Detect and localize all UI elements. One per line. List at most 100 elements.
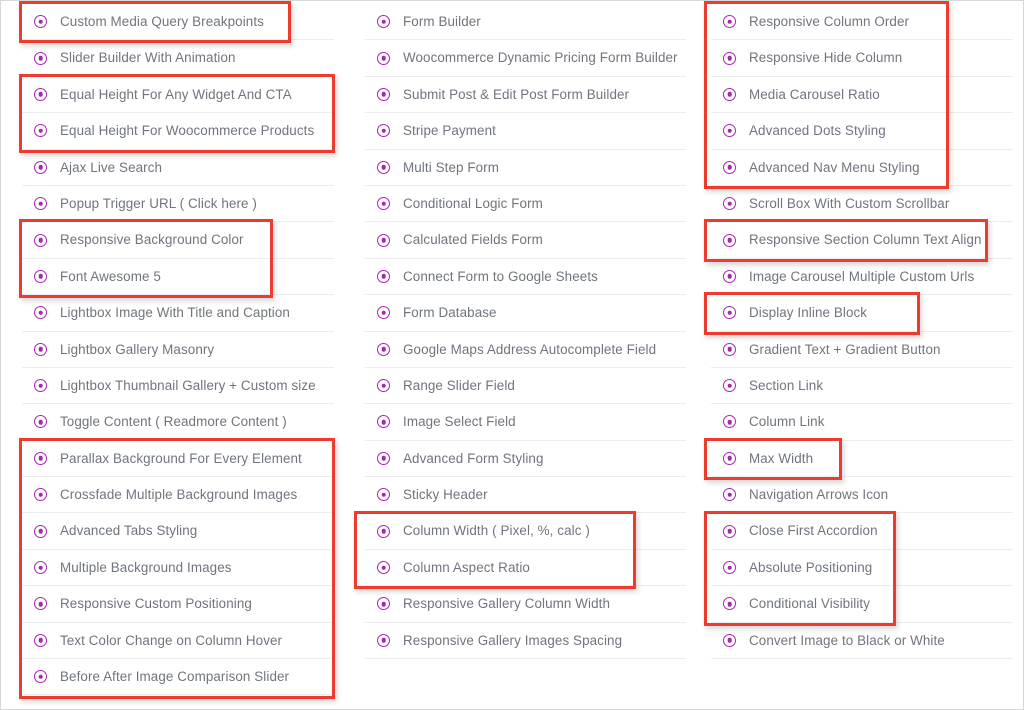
feature-item[interactable]: Conditional Logic Form — [365, 186, 686, 223]
circled-dot-icon — [377, 197, 390, 211]
feature-item[interactable]: Form Database — [365, 295, 686, 332]
circled-dot-icon — [34, 233, 47, 247]
feature-item-label: Convert Image to Black or White — [749, 632, 945, 648]
circled-dot-icon — [377, 451, 390, 465]
feature-item[interactable]: Convert Image to Black or White — [711, 623, 1013, 660]
feature-item[interactable]: Conditional Visibility — [711, 586, 1013, 623]
circled-dot-icon — [34, 51, 47, 65]
feature-item[interactable]: Equal Height For Woocommerce Products — [22, 113, 334, 150]
feature-item[interactable]: Advanced Dots Styling — [711, 113, 1013, 150]
feature-item-label: Ajax Live Search — [60, 159, 163, 175]
feature-item-label: Image Select Field — [403, 414, 516, 430]
feature-item-label: Advanced Form Styling — [403, 450, 544, 466]
feature-item[interactable]: Responsive Gallery Column Width — [365, 586, 686, 623]
feature-item[interactable]: Popup Trigger URL ( Click here ) — [22, 186, 334, 223]
feature-item[interactable]: Image Select Field — [365, 404, 686, 441]
feature-item[interactable]: Absolute Positioning — [711, 550, 1013, 587]
feature-item[interactable]: Advanced Nav Menu Styling — [711, 150, 1013, 186]
feature-item[interactable]: Responsive Custom Positioning — [22, 586, 334, 623]
feature-item[interactable]: Crossfade Multiple Background Images — [22, 477, 334, 514]
feature-item[interactable]: Close First Accordion — [711, 513, 1013, 550]
circled-dot-icon — [34, 670, 47, 684]
feature-item[interactable]: Media Carousel Ratio — [711, 77, 1013, 114]
feature-item[interactable]: Responsive Hide Column — [711, 40, 1013, 77]
feature-item[interactable]: Multiple Background Images — [22, 550, 334, 587]
feature-item-label: Crossfade Multiple Background Images — [60, 487, 298, 503]
feature-item-label: Display Inline Block — [749, 305, 868, 321]
feature-item-label: Submit Post & Edit Post Form Builder — [403, 86, 630, 102]
feature-item-label: Calculated Fields Form — [403, 232, 543, 248]
feature-item[interactable]: Responsive Gallery Images Spacing — [365, 623, 686, 660]
feature-item-label: Responsive Background Color — [60, 232, 244, 248]
feature-item[interactable]: Lightbox Gallery Masonry — [22, 332, 334, 368]
feature-item[interactable]: Scroll Box With Custom Scrollbar — [711, 186, 1013, 223]
feature-item-label: Form Builder — [403, 13, 481, 29]
feature-item-label: Scroll Box With Custom Scrollbar — [749, 195, 950, 211]
feature-item[interactable]: Connect Form to Google Sheets — [365, 259, 686, 296]
circled-dot-icon — [723, 488, 736, 502]
feature-item[interactable]: Sticky Header — [365, 477, 686, 514]
feature-item[interactable]: Parallax Background For Every Element — [22, 441, 334, 478]
circled-dot-icon — [723, 597, 736, 611]
feature-item[interactable]: Column Link — [711, 404, 1013, 441]
circled-dot-icon — [723, 87, 736, 101]
column-right-list: Responsive Column Order Responsive Hide C… — [711, 4, 1013, 660]
feature-item-label: Column Aspect Ratio — [403, 559, 530, 575]
feature-item[interactable]: Max Width — [711, 441, 1013, 478]
circled-dot-icon — [377, 306, 390, 320]
circled-dot-icon — [34, 524, 47, 538]
feature-item[interactable]: Google Maps Address Autocomplete Field — [365, 332, 686, 368]
feature-item[interactable]: Multi Step Form — [365, 150, 686, 186]
circled-dot-icon — [377, 233, 390, 247]
feature-item[interactable]: Submit Post & Edit Post Form Builder — [365, 77, 686, 114]
feature-item-label: Conditional Logic Form — [403, 195, 543, 211]
feature-item[interactable]: Advanced Tabs Styling — [22, 513, 334, 550]
feature-item-label: Advanced Dots Styling — [749, 123, 886, 139]
feature-item-label: Gradient Text + Gradient Button — [749, 341, 941, 357]
feature-item[interactable]: Advanced Form Styling — [365, 441, 686, 478]
circled-dot-icon — [34, 269, 47, 283]
circled-dot-icon — [34, 415, 47, 429]
feature-item-label: Advanced Nav Menu Styling — [749, 159, 920, 175]
feature-item-label: Responsive Column Order — [749, 13, 910, 29]
circled-dot-icon — [723, 451, 736, 465]
feature-item-label: Responsive Gallery Images Spacing — [403, 632, 623, 648]
feature-item[interactable]: Form Builder — [365, 4, 686, 41]
circled-dot-icon — [34, 561, 47, 575]
feature-item[interactable]: Column Aspect Ratio — [365, 550, 686, 587]
feature-item[interactable]: Ajax Live Search — [22, 150, 334, 186]
feature-item[interactable]: Woocommerce Dynamic Pricing Form Builder — [365, 40, 686, 77]
circled-dot-icon — [34, 633, 47, 647]
circled-dot-icon — [34, 306, 47, 320]
feature-item[interactable]: Gradient Text + Gradient Button — [711, 332, 1013, 368]
feature-item[interactable]: Text Color Change on Column Hover — [22, 623, 334, 660]
feature-item[interactable]: Section Link — [711, 368, 1013, 405]
circled-dot-icon — [723, 269, 736, 283]
feature-item[interactable]: Custom Media Query Breakpoints — [22, 4, 334, 41]
feature-item[interactable]: Before After Image Comparison Slider — [22, 659, 334, 696]
feature-item[interactable]: Equal Height For Any Widget And CTA — [22, 77, 334, 114]
feature-item[interactable]: Responsive Section Column Text Align — [711, 222, 1013, 259]
feature-item[interactable]: Responsive Background Color — [22, 222, 334, 259]
circled-dot-icon — [34, 342, 47, 356]
feature-item-label: Column Width ( Pixel, %, calc ) — [403, 523, 590, 539]
feature-item[interactable]: Stripe Payment — [365, 113, 686, 150]
circled-dot-icon — [377, 488, 390, 502]
feature-item[interactable]: Lightbox Image With Title and Caption — [22, 295, 334, 332]
feature-item[interactable]: Range Slider Field — [365, 368, 686, 405]
feature-item[interactable]: Font Awesome 5 — [22, 259, 334, 296]
feature-item-label: Form Database — [403, 305, 497, 321]
feature-item-label: Custom Media Query Breakpoints — [60, 13, 264, 29]
feature-item[interactable]: Toggle Content ( Readmore Content ) — [22, 404, 334, 441]
feature-item[interactable]: Navigation Arrows Icon — [711, 477, 1013, 514]
feature-item[interactable]: Column Width ( Pixel, %, calc ) — [365, 513, 686, 550]
feature-item-label: Multiple Background Images — [60, 559, 232, 575]
feature-item[interactable]: Calculated Fields Form — [365, 222, 686, 259]
feature-item-label: Google Maps Address Autocomplete Field — [403, 341, 657, 357]
feature-item[interactable]: Responsive Column Order — [711, 4, 1013, 41]
feature-item[interactable]: Image Carousel Multiple Custom Urls — [711, 259, 1013, 296]
circled-dot-icon — [723, 51, 736, 65]
feature-item[interactable]: Display Inline Block — [711, 295, 1013, 332]
feature-item[interactable]: Slider Builder With Animation — [22, 40, 334, 77]
feature-item[interactable]: Lightbox Thumbnail Gallery + Custom size — [22, 368, 334, 405]
